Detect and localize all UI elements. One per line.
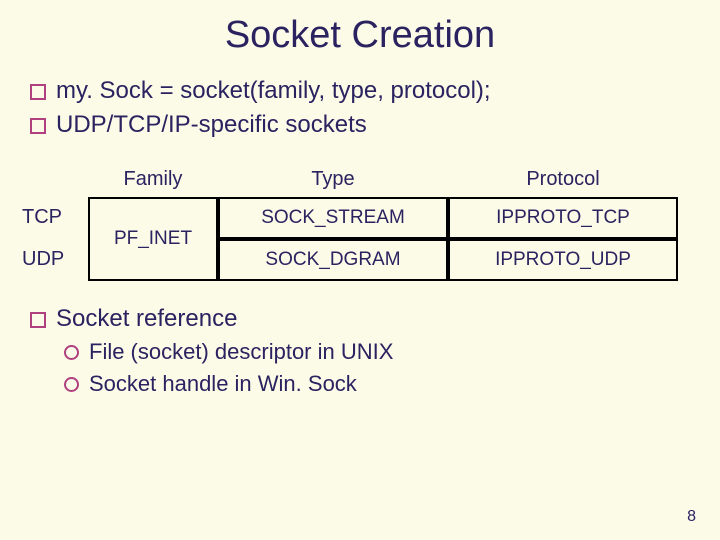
sub-bullet-item: File (socket) descriptor in UNIX (64, 337, 690, 367)
bullet-item: UDP/TCP/IP-specific sockets (30, 109, 690, 141)
sub-bullet-text: Socket handle in Win. Sock (89, 369, 357, 399)
slide: Socket Creation my. Sock = socket(family… (0, 0, 720, 540)
type-column: SOCK_STREAM SOCK_DGRAM (218, 197, 448, 281)
circle-bullet-icon (64, 377, 79, 392)
family-column: PF_INET (88, 197, 218, 281)
protocol-cell: IPPROTO_UDP (448, 239, 678, 281)
row-label-tcp: TCP (20, 197, 88, 239)
protocol-cell: IPPROTO_TCP (448, 197, 678, 239)
bullet-text: UDP/TCP/IP-specific sockets (56, 109, 367, 141)
square-bullet-icon (30, 84, 46, 100)
sub-bullet-list: File (socket) descriptor in UNIX Socket … (64, 337, 690, 398)
square-bullet-icon (30, 312, 46, 328)
table-grid: TCP UDP PF_INET SOCK_STREAM SOCK_DGRAM I… (20, 197, 690, 281)
top-bullet-list: my. Sock = socket(family, type, protocol… (30, 75, 690, 142)
page-title: Socket Creation (30, 14, 690, 57)
socket-table: Family Type Protocol TCP UDP PF_INET SOC… (20, 168, 690, 281)
sub-bullet-item: Socket handle in Win. Sock (64, 369, 690, 399)
header-protocol: Protocol (448, 168, 678, 191)
circle-bullet-icon (64, 345, 79, 360)
bottom-bullet-list: Socket reference File (socket) descripto… (30, 303, 690, 399)
bullet-text: my. Sock = socket(family, type, protocol… (56, 75, 491, 107)
family-cell: PF_INET (88, 197, 218, 281)
header-type: Type (218, 168, 448, 191)
type-cell: SOCK_DGRAM (218, 239, 448, 281)
header-spacer (20, 168, 88, 191)
bullet-text: Socket reference (56, 303, 237, 335)
protocol-column: IPPROTO_TCP IPPROTO_UDP (448, 197, 678, 281)
header-family: Family (88, 168, 218, 191)
row-label-udp: UDP (20, 239, 88, 281)
page-number: 8 (687, 508, 696, 526)
bullet-item: my. Sock = socket(family, type, protocol… (30, 75, 690, 107)
sub-bullet-text: File (socket) descriptor in UNIX (89, 337, 393, 367)
table-header-row: Family Type Protocol (20, 168, 690, 191)
row-label-column: TCP UDP (20, 197, 88, 281)
type-cell: SOCK_STREAM (218, 197, 448, 239)
square-bullet-icon (30, 118, 46, 134)
bullet-item: Socket reference (30, 303, 690, 335)
